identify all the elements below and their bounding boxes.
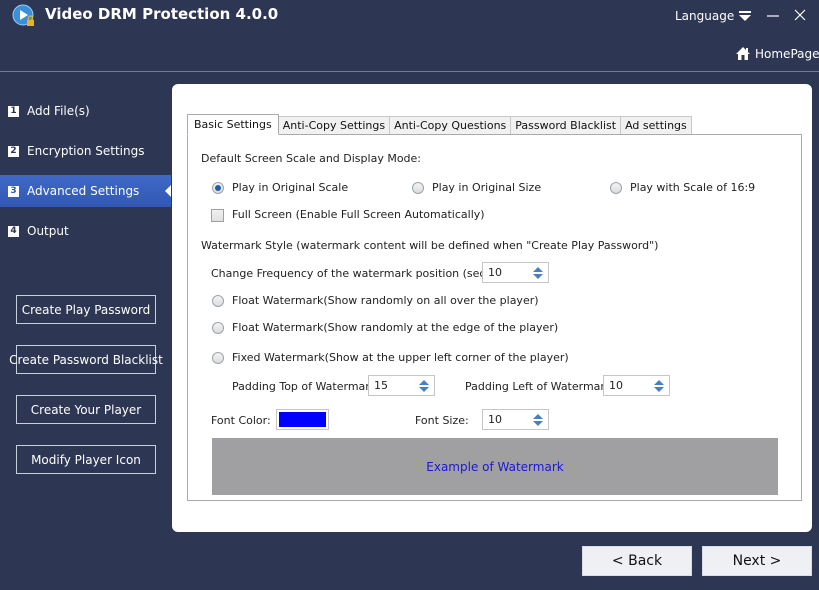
font-color-swatch [279,412,326,427]
homepage-label: HomePage [755,46,819,61]
sidebar-step-advanced-settings[interactable]: 3 Advanced Settings [0,175,171,207]
step-label: Add File(s) [27,104,90,118]
app-title: Video DRM Protection 4.0.0 [45,5,279,23]
font-color-label: Font Color: [211,414,271,427]
padding-left-input[interactable]: 10 [603,375,670,396]
radio-original-scale-label[interactable]: Play in Original Scale [232,181,348,194]
spinner-arrows-icon[interactable] [654,379,664,393]
header-divider [0,71,819,72]
next-button[interactable]: Next > [702,546,812,576]
tab-anti-copy-settings[interactable]: Anti-Copy Settings [278,116,391,135]
font-color-picker[interactable] [276,409,329,430]
padding-left-label: Padding Left of Watermark: [465,380,616,393]
radio-float-edge[interactable] [212,322,224,334]
homepage-link[interactable]: HomePage [735,46,819,61]
step-number: 2 [8,145,19,157]
padding-top-label: Padding Top of Watermark: [232,380,380,393]
sidebar-step-output[interactable]: 4 Output [0,215,171,247]
back-button[interactable]: < Back [582,546,692,576]
change-frequency-label: Change Frequency of the watermark positi… [211,267,515,280]
watermark-preview: Example of Watermark [212,438,778,495]
spinner-arrows-icon[interactable] [533,413,543,427]
step-label: Output [27,224,69,238]
padding-left-value: 10 [609,379,623,392]
radio-float-edge-label[interactable]: Float Watermark(Show randomly at the edg… [232,321,558,334]
app-logo-icon [12,4,34,26]
modify-player-icon-button[interactable]: Modify Player Icon [16,445,156,474]
radio-original-size[interactable] [412,182,424,194]
radio-float-all-over-label[interactable]: Float Watermark(Show randomly on all ove… [232,294,539,307]
tab-anti-copy-questions[interactable]: Anti-Copy Questions [390,116,512,135]
step-number: 3 [8,185,19,197]
radio-fixed-upper-left[interactable] [212,352,224,364]
radio-scale-16-9-label[interactable]: Play with Scale of 16:9 [630,181,755,194]
padding-top-value: 15 [374,379,388,392]
watermark-preview-text: Example of Watermark [426,459,564,474]
radio-scale-16-9[interactable] [610,182,622,194]
font-size-value: 10 [488,413,502,426]
tab-password-blacklist[interactable]: Password Blacklist [511,116,622,135]
create-play-password-button[interactable]: Create Play Password [16,295,156,324]
close-icon[interactable] [793,8,807,22]
change-frequency-value: 10 [488,266,502,279]
sidebar-step-add-files[interactable]: 1 Add File(s) [0,95,171,127]
display-mode-heading: Default Screen Scale and Display Mode: [201,152,422,165]
font-size-label: Font Size: [415,414,469,427]
radio-fixed-upper-left-label[interactable]: Fixed Watermark(Show at the upper left c… [232,351,569,364]
sidebar-step-encryption-settings[interactable]: 2 Encryption Settings [0,135,171,167]
tab-basic-settings[interactable]: Basic Settings [187,114,279,135]
step-number: 4 [8,225,19,237]
create-password-blacklist-button[interactable]: Create Password Blacklist [9,345,163,374]
radio-original-size-label[interactable]: Play in Original Size [432,181,541,194]
radio-original-scale[interactable] [212,182,224,194]
full-screen-label[interactable]: Full Screen (Enable Full Screen Automati… [232,208,485,221]
radio-float-all-over[interactable] [212,295,224,307]
step-label: Advanced Settings [27,184,140,198]
spinner-arrows-icon[interactable] [533,266,543,280]
create-your-player-button[interactable]: Create Your Player [16,395,156,424]
full-screen-checkbox[interactable] [211,209,224,222]
title-bar: Video DRM Protection 4.0.0 Language [0,0,819,34]
tab-bar: Basic Settings Anti-Copy Settings Anti-C… [187,114,692,135]
spinner-arrows-icon[interactable] [419,379,429,393]
step-label: Encryption Settings [27,144,145,158]
minimize-icon[interactable] [766,8,780,22]
language-dropdown-icon[interactable] [738,9,752,23]
padding-top-input[interactable]: 15 [368,375,435,396]
home-icon [736,47,750,60]
active-pointer-icon [165,185,171,197]
language-menu[interactable]: Language [675,9,734,23]
step-number: 1 [8,105,19,117]
watermark-style-heading: Watermark Style (watermark content will … [201,239,659,252]
font-size-input[interactable]: 10 [482,409,549,430]
settings-panel: Basic Settings Anti-Copy Settings Anti-C… [172,84,812,532]
tab-ad-settings[interactable]: Ad settings [621,116,692,135]
change-frequency-input[interactable]: 10 [482,262,549,283]
